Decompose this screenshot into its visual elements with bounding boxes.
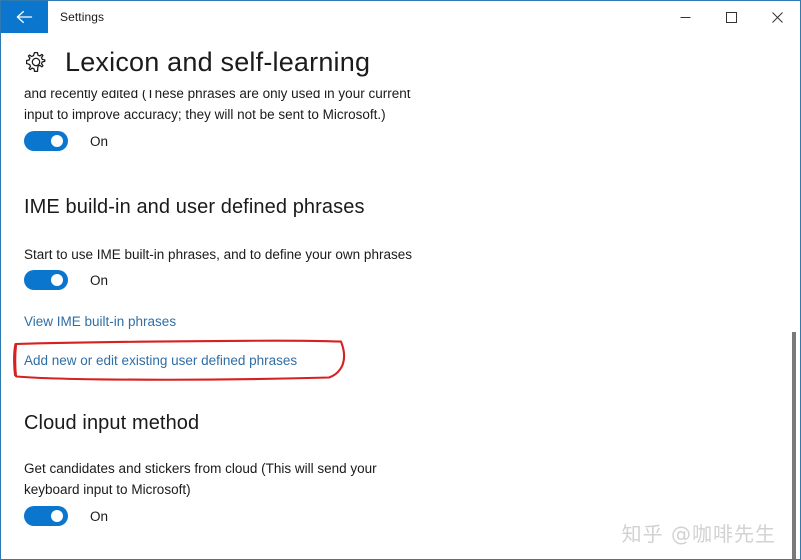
toggle-knob [51,510,63,522]
settings-content-area: and recently edited (These phrases are o… [1,63,800,559]
ime-toggle[interactable] [24,270,68,290]
close-icon [771,11,783,23]
link-add-edit-user-defined-phrases[interactable]: Add new or edit existing user defined ph… [24,353,297,368]
toggle-knob [51,274,63,286]
back-button[interactable] [1,1,48,33]
toggle-knob [51,135,63,147]
maximize-button[interactable] [708,1,754,33]
maximize-icon [725,11,737,23]
lexicon-toggle-row: On [24,131,108,151]
ime-toggle-row: On [24,270,108,290]
cloud-description-line1: Get candidates and stickers from cloud (… [24,461,377,476]
settings-window: Settings Lexicon and self-learning and r… [0,0,801,560]
watermark-text: 知乎 @咖啡先生 [621,522,776,546]
cloud-section-heading: Cloud input method [24,412,200,434]
cloud-description: Get candidates and stickers from cloud (… [24,458,377,500]
lexicon-toggle[interactable] [24,131,68,151]
back-arrow-icon [16,10,33,24]
title-bar: Settings [1,1,800,33]
minimize-button[interactable] [662,1,708,33]
ime-toggle-label: On [90,272,109,288]
page-header: Lexicon and self-learning [1,34,800,90]
caption-button-group [662,1,800,33]
cloud-toggle-label: On [90,508,109,524]
cloud-toggle[interactable] [24,506,68,526]
app-title: Settings [60,10,105,24]
link-view-ime-builtin-phrases[interactable]: View IME built-in phrases [24,314,176,329]
scrollbar-thumb[interactable] [792,332,796,559]
ime-section-heading: IME build-in and user defined phrases [24,196,365,218]
minimize-icon [680,16,690,18]
gear-icon [23,49,49,75]
close-button[interactable] [754,1,800,33]
lexicon-description-line2: input to improve accuracy; they will not… [24,107,386,122]
page-title: Lexicon and self-learning [65,46,371,77]
ime-description: Start to use IME built-in phrases, and t… [24,247,412,262]
cloud-description-line2: keyboard input to Microsoft) [24,482,191,497]
lexicon-toggle-label: On [90,133,109,149]
cloud-toggle-row: On [24,506,108,526]
